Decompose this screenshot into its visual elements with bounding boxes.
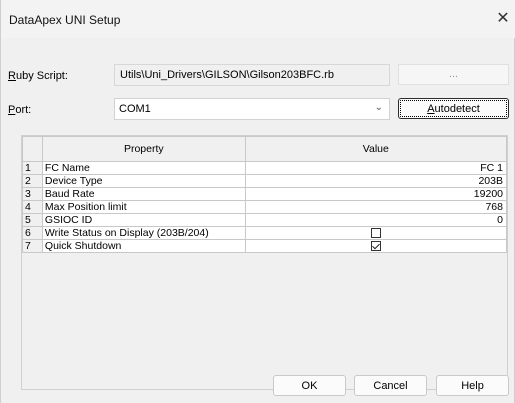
property-grid[interactable]: Property Value 1 FC Name FC 1 2 Device Type 2… xyxy=(21,135,508,390)
checkbox-unchecked[interactable] xyxy=(370,228,381,239)
property-name-cell: GSIOC ID xyxy=(41,213,246,227)
row-number: 3 xyxy=(22,187,43,201)
property-name-cell: Quick Shutdown xyxy=(41,239,246,253)
property-name-cell: Baud Rate xyxy=(41,187,246,201)
close-icon[interactable]: ✕ xyxy=(490,6,515,32)
ruby-script-label-accel: R xyxy=(8,70,16,82)
table-row[interactable]: 3 Baud Rate 19200 xyxy=(22,187,508,201)
property-value-cell[interactable]: 768 xyxy=(244,200,508,214)
property-value-cell[interactable]: 19200 xyxy=(244,187,508,201)
property-name-cell: Max Position limit xyxy=(41,200,246,214)
browse-button[interactable]: ... xyxy=(398,64,509,85)
window-title: DataApex UNI Setup xyxy=(9,13,121,27)
table-body: 1 FC Name FC 1 2 Device Type 203B 3 Baud Rate 19… xyxy=(22,161,508,253)
autodetect-label-rest: utodetect xyxy=(434,103,480,115)
help-button[interactable]: Help xyxy=(436,375,509,396)
checkbox-checked[interactable] xyxy=(370,241,381,252)
table-row[interactable]: 7 Quick Shutdown xyxy=(22,239,508,253)
row-number: 1 xyxy=(22,161,43,175)
property-name-cell: Device Type xyxy=(41,174,246,188)
property-value-checkbox-cell[interactable] xyxy=(244,239,508,253)
ruby-script-field[interactable]: Utils\Uni_Drivers\GILSON\Gilson203BFC.rb xyxy=(114,64,390,86)
cancel-button[interactable]: Cancel xyxy=(354,375,427,396)
table-row[interactable]: 2 Device Type 203B xyxy=(22,174,508,188)
table-row[interactable]: 4 Max Position limit 768 xyxy=(22,200,508,214)
table-row[interactable]: 6 Write Status on Display (203B/204) xyxy=(22,226,508,240)
table-row[interactable]: 1 FC Name FC 1 xyxy=(22,161,508,175)
property-name-cell: Write Status on Display (203B/204) xyxy=(41,226,246,240)
port-label-rest: ort: xyxy=(15,104,32,116)
ruby-script-label-rest: uby Script: xyxy=(15,70,68,82)
property-value-cell[interactable]: 0 xyxy=(244,213,508,227)
port-label: Port: xyxy=(8,104,31,116)
table-header-row: Property Value xyxy=(22,136,508,162)
ruby-script-label: Ruby Script: xyxy=(8,70,68,82)
property-value-cell[interactable]: 203B xyxy=(244,174,508,188)
row-number: 6 xyxy=(22,226,43,240)
autodetect-button[interactable]: Autodetect xyxy=(398,98,509,119)
column-header-rownum[interactable] xyxy=(22,136,43,162)
row-number: 2 xyxy=(22,174,43,188)
table-row[interactable]: 5 GSIOC ID 0 xyxy=(22,213,508,227)
row-number: 7 xyxy=(22,239,43,253)
autodetect-accel: A xyxy=(427,103,435,115)
port-value: COM1 xyxy=(119,103,151,115)
chevron-down-icon[interactable]: ⌄ xyxy=(375,102,383,113)
column-header-property[interactable]: Property xyxy=(41,136,246,162)
uni-setup-dialog: DataApex UNI Setup ✕ Ruby Script: Utils\… xyxy=(0,0,515,403)
property-name-cell: FC Name xyxy=(41,161,246,175)
title-bar[interactable]: DataApex UNI Setup ✕ xyxy=(1,0,515,38)
property-value-checkbox-cell[interactable] xyxy=(244,226,508,240)
ok-button[interactable]: OK xyxy=(273,375,346,396)
property-table: Property Value 1 FC Name FC 1 2 Device Type 2… xyxy=(22,136,508,253)
port-combobox[interactable]: COM1 ⌄ xyxy=(114,98,390,120)
column-header-value[interactable]: Value xyxy=(244,136,508,162)
row-number: 4 xyxy=(22,200,43,214)
property-value-cell[interactable]: FC 1 xyxy=(244,161,508,175)
row-number: 5 xyxy=(22,213,43,227)
